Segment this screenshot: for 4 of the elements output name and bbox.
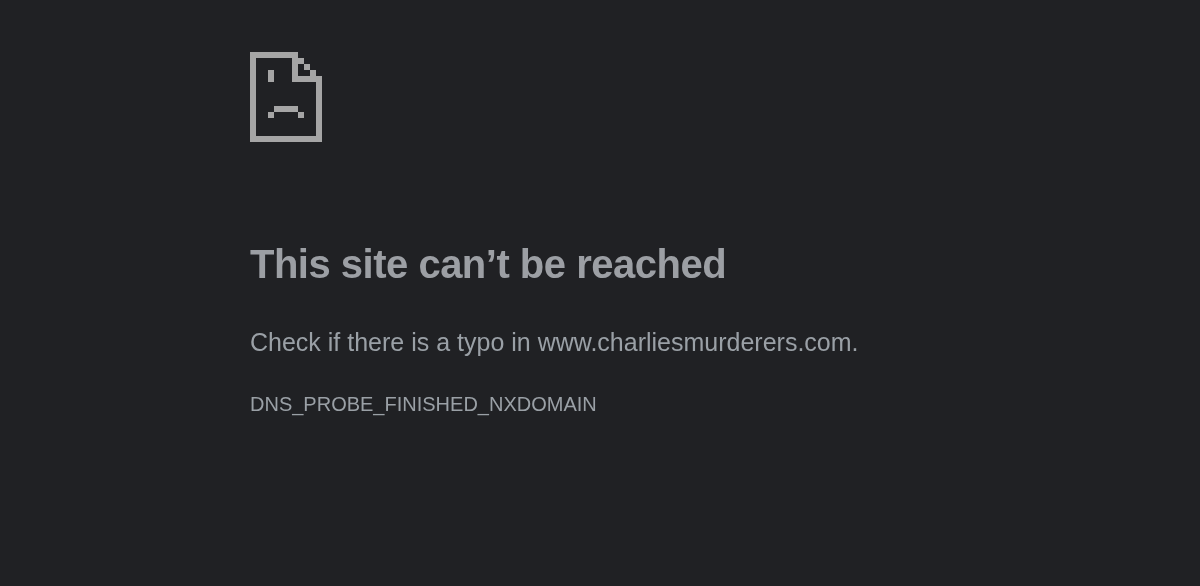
error-message: Check if there is a typo in www.charliesmurderers.com. bbox=[250, 327, 860, 358]
sad-page-icon bbox=[250, 52, 322, 142]
error-title: This site can’t be reached bbox=[250, 241, 728, 288]
error-code: DNS_PROBE_FINISHED_NXDOMAIN bbox=[250, 392, 598, 416]
